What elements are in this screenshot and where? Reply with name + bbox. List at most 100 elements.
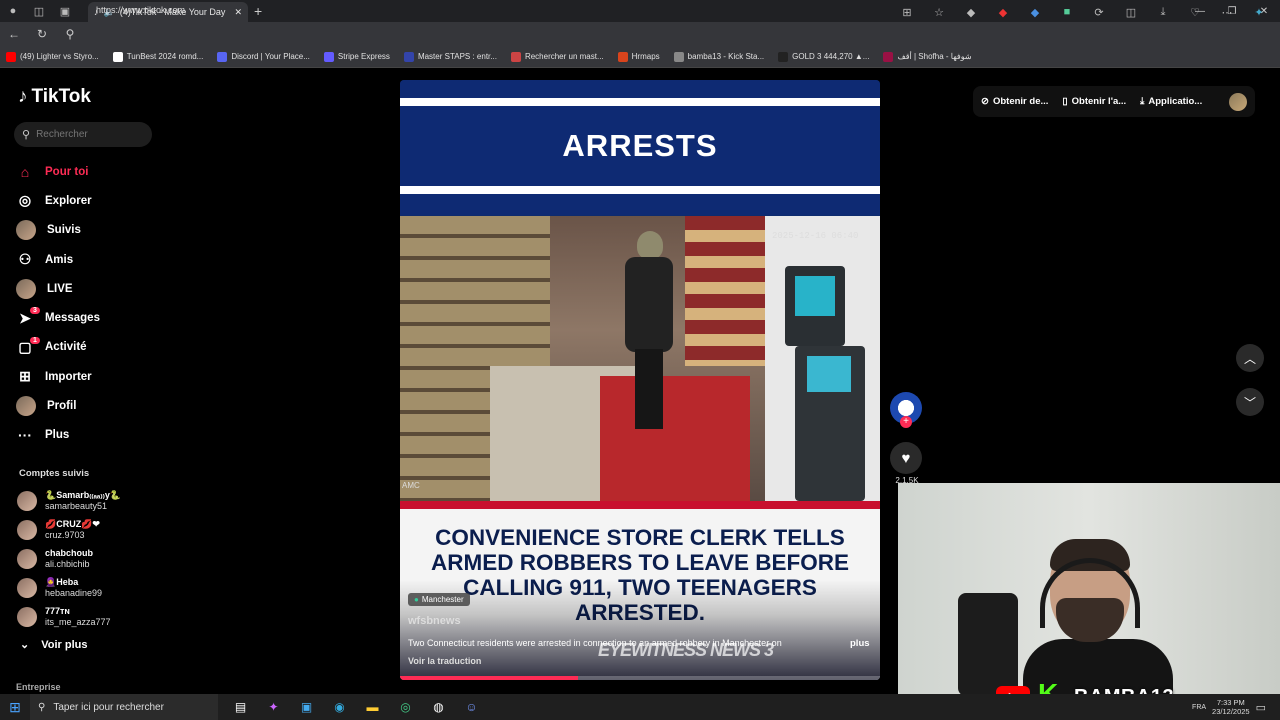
back-icon[interactable]: ← xyxy=(0,22,28,46)
close-tab-icon[interactable]: ✕ xyxy=(234,7,242,18)
taskbar-search[interactable]: ⚲ Taper ici pour rechercher xyxy=(30,694,218,720)
follow-plus-icon[interactable]: + xyxy=(900,416,912,428)
bookmark-favicon-icon xyxy=(217,51,228,62)
user-avatar[interactable] xyxy=(1229,92,1247,111)
bookmark-item[interactable]: Stripe Express xyxy=(323,51,390,62)
notification-badge: 1 xyxy=(30,336,40,344)
translate-button[interactable]: Voir la traduction xyxy=(408,656,481,666)
extension-green-icon[interactable]: ■ xyxy=(1052,6,1082,18)
footer-company[interactable]: Entreprise xyxy=(16,682,61,692)
sidebar-menu: ⌂ Pour toi ◎ Explorer Suivis ⚇ Amis LIVE ➤ 3 Messa… xyxy=(16,157,166,450)
followed-account[interactable]: 💋CRUZ💋❤ cruz.9703 xyxy=(17,515,167,544)
bookmark-item[interactable]: bamba13 - Kick Sta... xyxy=(673,51,764,62)
workspaces-icon[interactable]: ◫ xyxy=(26,0,52,22)
sidebar-item-plus[interactable]: ··· Plus xyxy=(16,421,166,450)
sidebar-item-label: Activité xyxy=(45,341,87,354)
site-info-icon[interactable]: ⚲ xyxy=(56,22,84,46)
desktop-app-button[interactable]: ⤓ Applicatio... xyxy=(1140,96,1202,107)
extension-blue-icon[interactable]: ◆ xyxy=(1020,6,1050,19)
get-coins-label: Obtenir de... xyxy=(992,96,1049,107)
previous-video-button[interactable]: ︿ xyxy=(1236,344,1264,372)
search-input[interactable] xyxy=(36,129,137,140)
sidebar-item-live[interactable]: LIVE xyxy=(16,274,166,303)
clock[interactable]: 7:33 PM 23/12/2025 xyxy=(1212,698,1250,716)
next-video-button[interactable]: ﹀ xyxy=(1236,388,1264,416)
channel-avatar[interactable]: + xyxy=(890,392,922,428)
banner-stripe xyxy=(400,186,880,194)
sidebar-item-messages[interactable]: ➤ 3 Messages xyxy=(16,303,166,332)
like-button[interactable]: ♥ xyxy=(890,442,922,474)
split-screen-icon[interactable]: ◫ xyxy=(1116,6,1146,19)
bookmark-label: Discord | Your Place... xyxy=(231,52,310,61)
get-coins-button[interactable]: ⊘ Obtenir de... xyxy=(981,96,1048,107)
language-indicator[interactable]: FRA xyxy=(1192,704,1206,711)
video-banner: ARRESTS xyxy=(400,80,880,215)
store-icon[interactable]: ▣ xyxy=(290,694,323,720)
reload-icon[interactable]: ↻ xyxy=(28,22,56,46)
see-more-button[interactable]: ⌄ Voir plus xyxy=(20,638,87,652)
bookmark-item[interactable]: (49) Lighter vs Styro... xyxy=(6,51,99,62)
extension-icon[interactable]: ◆ xyxy=(956,6,986,19)
bookmark-item[interactable]: Master STAPS : entr... xyxy=(403,51,497,62)
search-box[interactable]: ⚲ xyxy=(14,122,152,147)
followed-account[interactable]: 🐍Samarb₍₍ₐₐ₎₎y🐍 samarbeauty51 xyxy=(17,486,167,515)
tiktok-note-icon: ♪ xyxy=(18,86,28,107)
edge-icon[interactable]: ◉ xyxy=(323,694,356,720)
bookmark-item[interactable]: أقف | Shofha - شوفها xyxy=(883,51,972,62)
extension-red-icon[interactable]: ◆ xyxy=(988,6,1018,19)
bookmark-item[interactable]: GOLD 3 444,270 ▲... xyxy=(778,51,869,62)
location-tag[interactable]: ● Manchester xyxy=(408,593,470,606)
more-button[interactable]: plus xyxy=(850,638,870,649)
home-icon: ⌂ xyxy=(20,163,30,180)
video-author[interactable]: wfsbnews xyxy=(408,615,461,627)
avatar xyxy=(17,548,37,569)
get-app-button[interactable]: ▯ Obtenir l'a... xyxy=(1062,96,1126,107)
followed-account[interactable]: chabchoub ali.chbichib xyxy=(17,544,167,573)
task-view-icon[interactable]: ▤ xyxy=(224,694,257,720)
app-install-icon[interactable]: ⊞ xyxy=(892,6,922,19)
logo-text: TikTok xyxy=(31,86,91,107)
sidebar-item-amis[interactable]: ⚇ Amis xyxy=(16,245,166,274)
sidebar-item-importer[interactable]: ⊞ Importer xyxy=(16,362,166,391)
clock-time: 7:33 PM xyxy=(1216,698,1245,707)
url-field[interactable]: https://www.tiktok.com xyxy=(96,5,185,15)
bookmark-item[interactable]: Hrmaps xyxy=(617,51,660,62)
followed-accounts-list: 🐍Samarb₍₍ₐₐ₎₎y🐍 samarbeauty51 💋CRUZ💋❤ cruz.… xyxy=(17,486,167,632)
favorite-star-icon[interactable]: ☆ xyxy=(924,6,954,19)
video-progress-bar[interactable] xyxy=(400,676,880,680)
copilot-app-icon[interactable]: ✦ xyxy=(257,694,290,720)
followed-account[interactable]: 777ᴛɴ its_me_azza777 xyxy=(17,603,167,632)
windows-start-icon[interactable]: ⊞ xyxy=(0,694,30,720)
downloads-icon[interactable]: ⤓ xyxy=(1148,6,1178,19)
menu-dots-icon[interactable]: ⋯ xyxy=(1212,6,1242,19)
sidebar-item-explorer[interactable]: ◎ Explorer xyxy=(16,186,166,215)
obs-icon[interactable]: ◍ xyxy=(422,694,455,720)
snack-rack xyxy=(685,216,765,366)
copilot-icon[interactable]: ✦ xyxy=(1244,6,1274,19)
new-tab-button[interactable]: + xyxy=(254,3,262,19)
discord-icon[interactable]: ☺ xyxy=(455,694,488,720)
bookmark-item[interactable]: Discord | Your Place... xyxy=(217,51,310,62)
sidebar-item-activit[interactable]: ▢ 1 Activité xyxy=(16,333,166,362)
followed-account[interactable]: 🧕Heba hebanadine99 xyxy=(17,574,167,603)
refresh-extension-icon[interactable]: ⟳ xyxy=(1084,6,1114,19)
chrome-icon[interactable]: ◎ xyxy=(389,694,422,720)
location-pin-icon: ● xyxy=(414,595,419,604)
sidebar-item-profil[interactable]: Profil xyxy=(16,391,166,420)
search-icon: ⚲ xyxy=(38,701,46,713)
profile-icon[interactable]: ● xyxy=(0,0,26,22)
browser-toolbar: ⊞ ☆ ◆ ◆ ◆ ■ ⟳ ◫ ⤓ ♡ ⋯ ✦ xyxy=(892,0,1274,24)
video-player[interactable]: ARRESTS 2025-12-16 06:40 AMC CONVENIENCE… xyxy=(400,80,880,680)
tab-actions-icon[interactable]: ▣ xyxy=(52,0,78,22)
sidebar-item-pourtoi[interactable]: ⌂ Pour toi xyxy=(16,157,166,186)
folder-icon[interactable]: ▬ xyxy=(356,694,389,720)
collections-icon[interactable]: ♡ xyxy=(1180,6,1210,19)
sidebar-item-suivis[interactable]: Suivis xyxy=(16,216,166,245)
bookmark-item[interactable]: Rechercher un mast... xyxy=(510,51,604,62)
bookmark-label: Hrmaps xyxy=(631,52,660,61)
notifications-icon[interactable]: ▭ xyxy=(1256,701,1266,714)
bookmark-favicon-icon xyxy=(403,51,414,62)
desktop-app-label: Applicatio... xyxy=(1148,96,1203,107)
tiktok-logo[interactable]: ♪ TikTok xyxy=(18,86,91,108)
bookmark-item[interactable]: TunBest 2024 romd... xyxy=(112,51,203,62)
